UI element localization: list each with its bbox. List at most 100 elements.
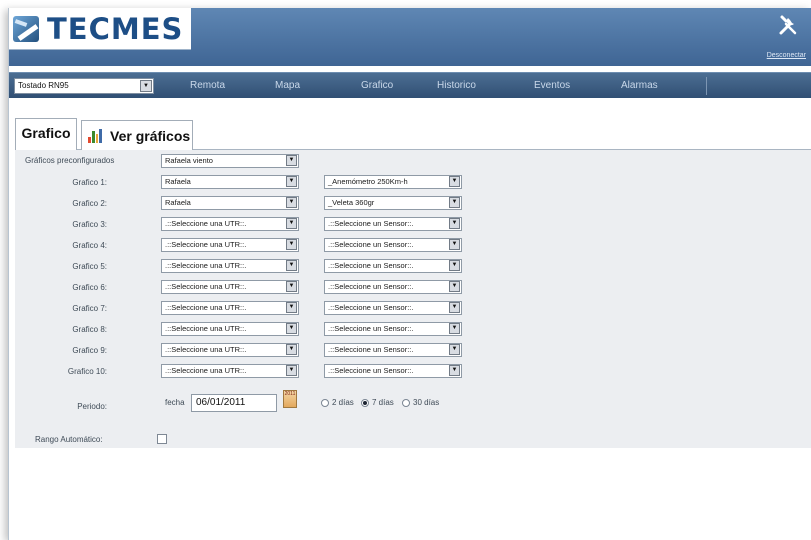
utr-select-value: .::Seleccione una UTR::.	[165, 240, 247, 249]
sensor-select-value: .::Seleccione un Sensor::.	[328, 324, 414, 333]
chevron-down-icon[interactable]: ▼	[449, 176, 460, 187]
utr-select[interactable]: .::Seleccione una UTR::. ▼	[161, 259, 299, 273]
rango-checkbox[interactable]	[157, 434, 167, 444]
tools-icon[interactable]	[776, 14, 800, 36]
chevron-down-icon[interactable]: ▼	[449, 239, 460, 250]
grafico-row-label: Grafico 9:	[72, 346, 107, 355]
sensor-select[interactable]: .::Seleccione un Sensor::. ▼	[324, 217, 462, 231]
grafico-row-label: Grafico 3:	[72, 220, 107, 229]
chevron-down-icon[interactable]: ▼	[286, 155, 297, 166]
chevron-down-icon[interactable]: ▼	[286, 239, 297, 250]
preconfig-select[interactable]: Rafaela viento ▼	[161, 154, 299, 168]
nav-alarmas[interactable]: Alarmas	[621, 80, 658, 91]
chevron-down-icon[interactable]: ▼	[140, 80, 152, 92]
site-select-value: Tostado RN95	[18, 81, 69, 90]
utr-select-value: .::Seleccione una UTR::.	[165, 261, 247, 270]
utr-select[interactable]: Rafaela ▼	[161, 196, 299, 210]
nav-historico[interactable]: Historico	[437, 80, 476, 91]
grafico-row-label: Grafico 2:	[72, 199, 107, 208]
period-radio-2-dias[interactable]	[321, 399, 329, 407]
sensor-select[interactable]: .::Seleccione un Sensor::. ▼	[324, 322, 462, 336]
utr-select[interactable]: Rafaela ▼	[161, 175, 299, 189]
chevron-down-icon[interactable]: ▼	[286, 197, 297, 208]
sensor-select-value: .::Seleccione un Sensor::.	[328, 219, 414, 228]
rango-label: Rango Automático:	[35, 435, 103, 444]
chevron-down-icon[interactable]: ▼	[286, 302, 297, 313]
tab-ver-graficos-label: Ver gráficos	[110, 127, 191, 144]
chevron-down-icon[interactable]: ▼	[286, 281, 297, 292]
preconfig-label: Gráficos preconfigurados	[25, 156, 115, 165]
fecha-label: fecha	[165, 398, 185, 407]
period-label-2-dias: 2 días	[332, 398, 354, 407]
period-label-7-dias: 7 días	[372, 398, 394, 407]
chevron-down-icon[interactable]: ▼	[286, 218, 297, 229]
main-navbar: Tostado RN95 ▼ Remota Mapa Grafico Histo…	[9, 72, 811, 98]
sensor-select[interactable]: .::Seleccione un Sensor::. ▼	[324, 364, 462, 378]
calendar-icon[interactable]: 2011	[283, 390, 297, 408]
chevron-down-icon[interactable]: ▼	[449, 344, 460, 355]
utr-select[interactable]: .::Seleccione una UTR::. ▼	[161, 217, 299, 231]
chevron-down-icon[interactable]: ▼	[449, 365, 460, 376]
utr-select-value: .::Seleccione una UTR::.	[165, 324, 247, 333]
nav-remota[interactable]: Remota	[190, 80, 225, 91]
utr-select[interactable]: .::Seleccione una UTR::. ▼	[161, 301, 299, 315]
grafico-row-label: Grafico 6:	[72, 283, 107, 292]
grafico-row-label: Grafico 5:	[72, 262, 107, 271]
nav-grafico[interactable]: Grafico	[361, 80, 393, 91]
chevron-down-icon[interactable]: ▼	[449, 323, 460, 334]
logo-text: TECMES	[47, 11, 184, 46]
chevron-down-icon[interactable]: ▼	[286, 323, 297, 334]
sensor-select-value: .::Seleccione un Sensor::.	[328, 366, 414, 375]
app-window: TECMES Desconectar Tostado RN95 ▼ Remota…	[8, 8, 811, 540]
logo-mark-icon	[13, 15, 39, 42]
form-panel: Gráficos preconfigurados Rafaela viento …	[15, 150, 811, 448]
chevron-down-icon[interactable]: ▼	[286, 260, 297, 271]
period-radio-30-dias[interactable]	[402, 399, 410, 407]
utr-select-value: .::Seleccione una UTR::.	[165, 366, 247, 375]
period-label-30-dias: 30 días	[413, 398, 440, 407]
utr-select[interactable]: .::Seleccione una UTR::. ▼	[161, 322, 299, 336]
nav-divider	[706, 77, 707, 95]
preconfig-select-value: Rafaela viento	[165, 156, 213, 165]
chevron-down-icon[interactable]: ▼	[449, 260, 460, 271]
utr-select-value: Rafaela	[165, 177, 191, 186]
chevron-down-icon[interactable]: ▼	[286, 176, 297, 187]
tools-icon-svg	[779, 15, 797, 35]
tab-grafico[interactable]: Grafico	[15, 118, 77, 150]
sensor-select-value: _Veleta 360gr	[328, 198, 375, 207]
utr-select[interactable]: .::Seleccione una UTR::. ▼	[161, 364, 299, 378]
logout-link[interactable]: Desconectar	[767, 52, 806, 59]
grafico-row-label: Grafico 10:	[67, 367, 107, 376]
utr-select[interactable]: .::Seleccione una UTR::. ▼	[161, 238, 299, 252]
sensor-select-value: .::Seleccione un Sensor::.	[328, 261, 414, 270]
sensor-select[interactable]: .::Seleccione un Sensor::. ▼	[324, 238, 462, 252]
utr-select[interactable]: .::Seleccione una UTR::. ▼	[161, 343, 299, 357]
utr-select-value: .::Seleccione una UTR::.	[165, 282, 247, 291]
sensor-select[interactable]: .::Seleccione un Sensor::. ▼	[324, 259, 462, 273]
sensor-select[interactable]: _Veleta 360gr ▼	[324, 196, 462, 210]
chevron-down-icon[interactable]: ▼	[449, 302, 460, 313]
chevron-down-icon[interactable]: ▼	[449, 197, 460, 208]
fecha-input[interactable]: 06/01/2011	[191, 394, 277, 412]
sensor-select[interactable]: .::Seleccione un Sensor::. ▼	[324, 280, 462, 294]
header-bar: TECMES Desconectar	[9, 8, 811, 66]
chevron-down-icon[interactable]: ▼	[449, 218, 460, 229]
chevron-down-icon[interactable]: ▼	[449, 281, 460, 292]
site-select[interactable]: Tostado RN95 ▼	[14, 78, 154, 94]
bar-chart-icon	[88, 128, 102, 143]
sensor-select[interactable]: .::Seleccione un Sensor::. ▼	[324, 301, 462, 315]
nav-eventos[interactable]: Eventos	[534, 80, 570, 91]
chevron-down-icon[interactable]: ▼	[286, 344, 297, 355]
nav-mapa[interactable]: Mapa	[275, 80, 300, 91]
utr-select-value: .::Seleccione una UTR::.	[165, 345, 247, 354]
tab-ver-graficos[interactable]: Ver gráficos	[81, 120, 193, 150]
tabs-row: Grafico Ver gráficos	[15, 114, 811, 150]
grafico-row-label: Grafico 8:	[72, 325, 107, 334]
chevron-down-icon[interactable]: ▼	[286, 365, 297, 376]
sensor-select-value: .::Seleccione un Sensor::.	[328, 240, 414, 249]
utr-select[interactable]: .::Seleccione una UTR::. ▼	[161, 280, 299, 294]
period-radio-7-dias[interactable]	[361, 399, 369, 407]
sensor-select[interactable]: .::Seleccione un Sensor::. ▼	[324, 343, 462, 357]
periodo-label: Periodo:	[77, 402, 107, 411]
sensor-select[interactable]: _Anemómetro 250Km-h ▼	[324, 175, 462, 189]
